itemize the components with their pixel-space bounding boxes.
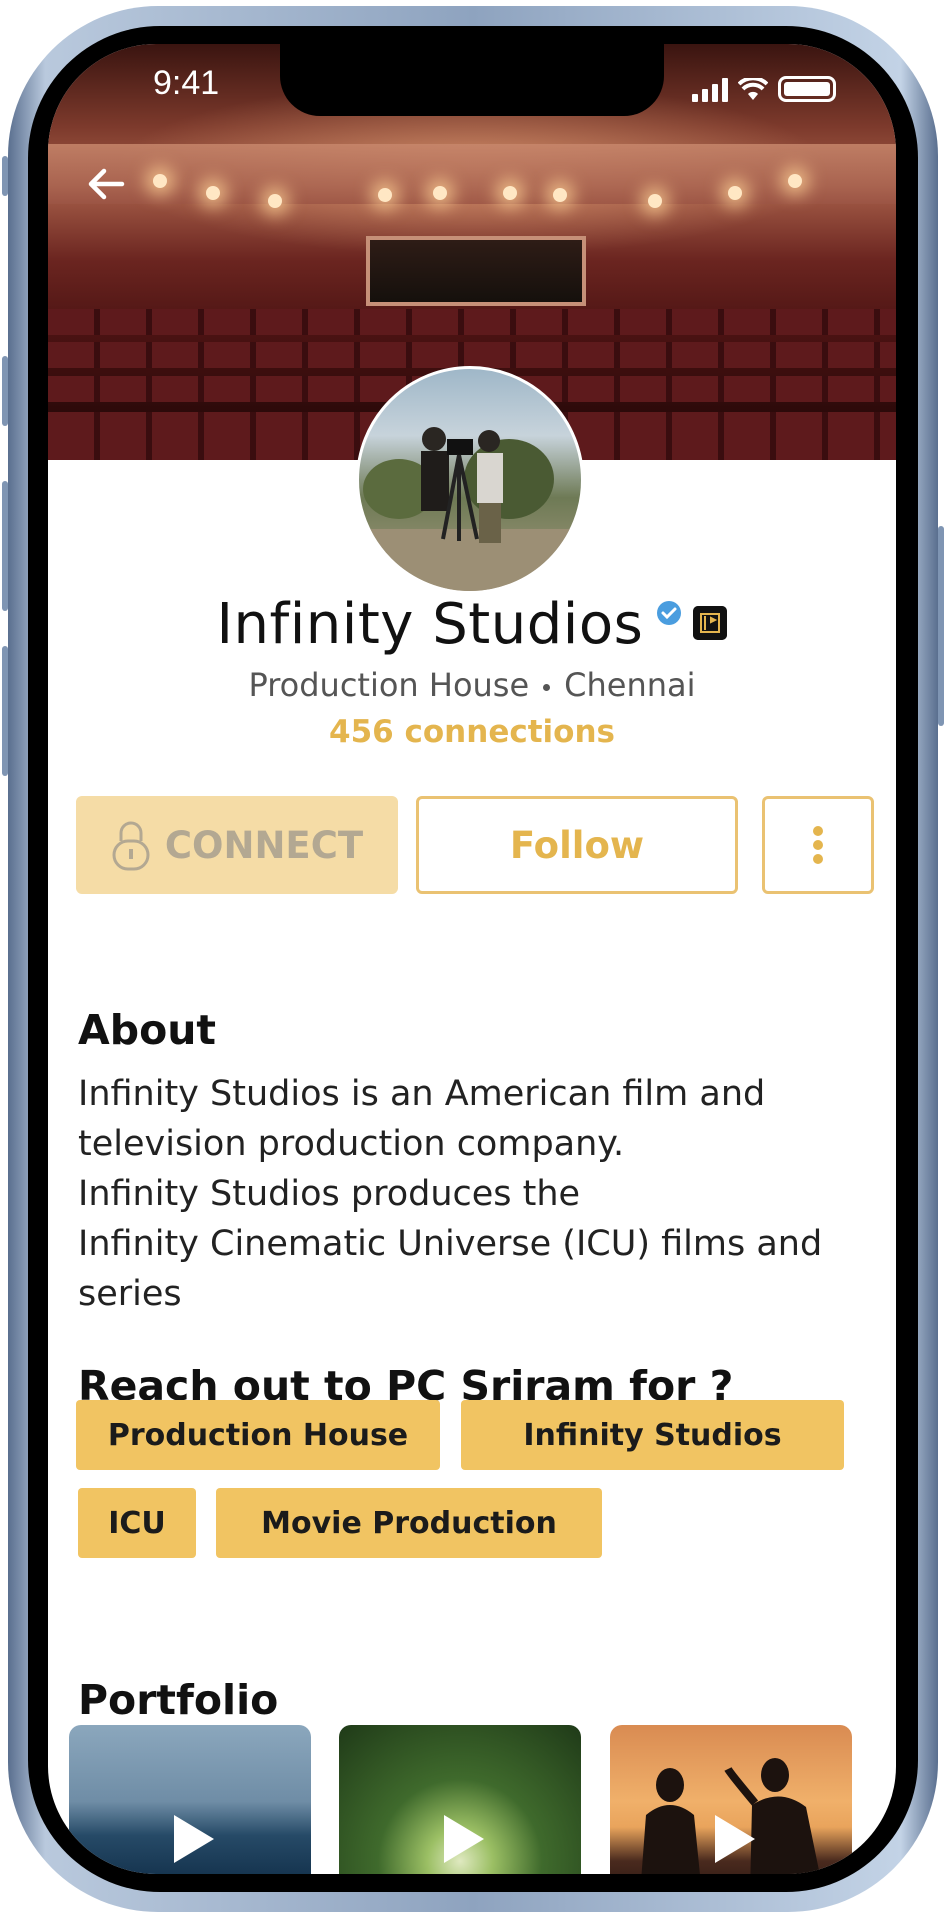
film-clapper-icon [693, 606, 728, 640]
avatar [356, 366, 584, 594]
tag-movie-production[interactable]: Movie Production [216, 1488, 602, 1558]
about-heading: About [78, 1006, 217, 1054]
follow-button[interactable]: Follow [416, 796, 738, 894]
about-text: Infinity Studios is an American film and… [78, 1069, 878, 1319]
portfolio-item[interactable] [339, 1725, 581, 1874]
status-time: 9:41 [153, 64, 220, 102]
about-line: Infinity Studios produces the [78, 1174, 581, 1214]
screen: 9:41 Infinity Studios Production House C… [48, 44, 896, 1874]
connections-count[interactable]: 456 connections [48, 714, 896, 750]
about-line: Infinity Studios is an American film and [78, 1074, 766, 1114]
tag-icu[interactable]: ICU [78, 1488, 196, 1558]
profile-name: Infinity Studios [216, 592, 644, 657]
portfolio-item[interactable] [69, 1725, 311, 1874]
wifi-icon [738, 78, 768, 100]
portfolio-heading: Portfolio [78, 1676, 279, 1724]
verified-badge-icon [657, 601, 682, 625]
about-line: series [78, 1274, 182, 1314]
more-options-button[interactable] [762, 796, 874, 894]
play-icon [174, 1815, 214, 1863]
connect-button[interactable]: CONNECT [76, 796, 398, 894]
battery-icon [778, 76, 836, 102]
profile-subtitle: Production House Chennai [48, 666, 896, 704]
connect-label: CONNECT [164, 823, 364, 867]
about-line: Infinity Cinematic Universe (ICU) films … [78, 1224, 823, 1264]
play-icon [715, 1815, 755, 1863]
tag-infinity-studios[interactable]: Infinity Studios [461, 1400, 844, 1470]
lock-icon [112, 821, 150, 871]
play-icon [444, 1815, 484, 1863]
signal-icon [692, 78, 728, 102]
profile-location: Chennai [564, 666, 696, 704]
tag-production-house[interactable]: Production House [76, 1400, 440, 1470]
portfolio-item[interactable] [610, 1725, 852, 1874]
profile-category: Production House [248, 666, 530, 704]
about-line: television production company. [78, 1124, 625, 1164]
status-icons [692, 72, 836, 102]
profile-name-row: Infinity Studios [48, 592, 896, 657]
more-vertical-icon [813, 826, 823, 864]
back-arrow-icon[interactable] [82, 160, 130, 208]
